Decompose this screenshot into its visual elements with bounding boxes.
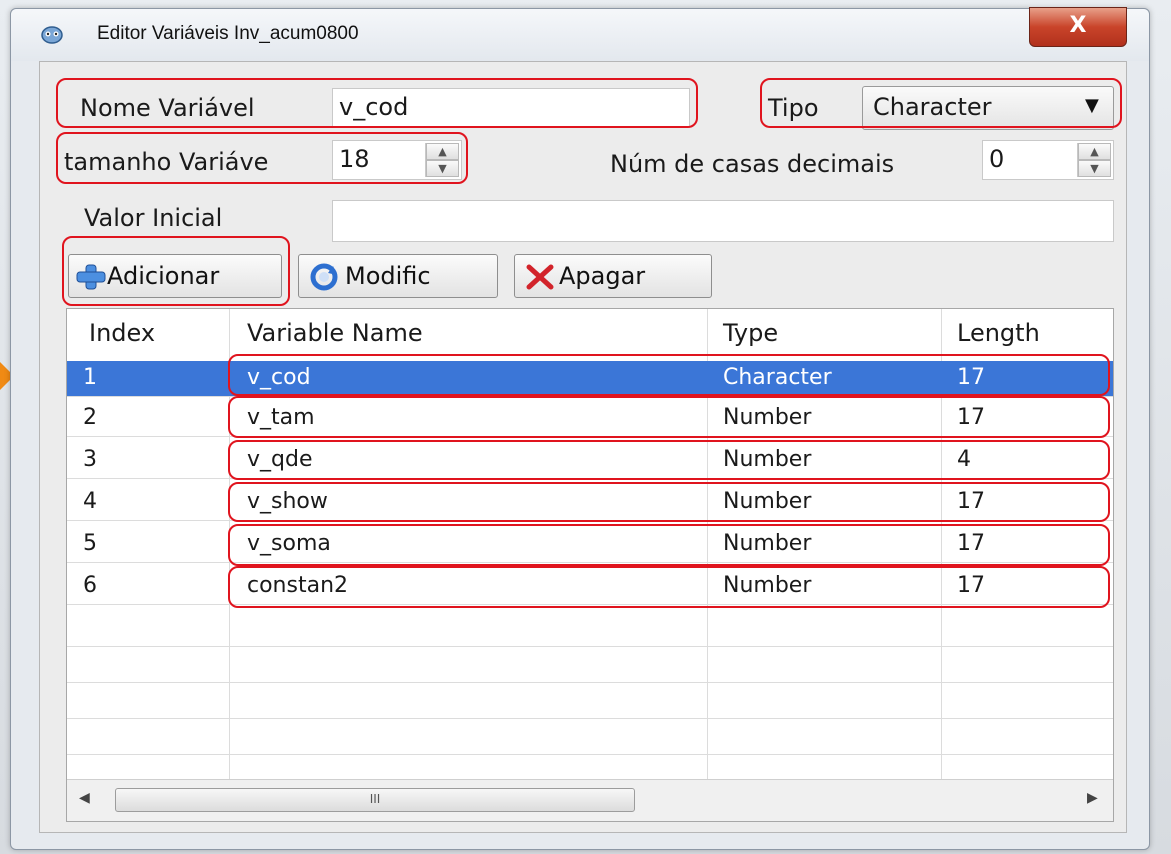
cell-index: 3	[83, 447, 97, 472]
cell-variable-name: constan2	[247, 573, 349, 598]
spin-down-icon[interactable]: ▼	[1078, 160, 1111, 177]
nome-variavel-input[interactable]: v_cod	[332, 88, 690, 128]
table-row[interactable]: 6 constan2 Number 17	[67, 569, 1113, 605]
tipo-label: Tipo	[768, 94, 819, 122]
cell-variable-name: v_cod	[247, 365, 311, 390]
refresh-icon	[310, 263, 338, 291]
column-header-type[interactable]: Type	[723, 319, 778, 347]
tipo-select[interactable]: Character ▼	[862, 86, 1114, 130]
tamanho-variavel-value: 18	[339, 145, 370, 173]
column-header-length[interactable]: Length	[957, 319, 1040, 347]
scrollbar-thumb[interactable]: III	[115, 788, 635, 812]
table-row[interactable]: 3 v_qde Number 4	[67, 443, 1113, 479]
cell-type: Number	[723, 447, 812, 472]
add-button-label: Adicionar	[107, 262, 220, 290]
cell-length: 17	[957, 365, 985, 390]
cell-type: Number	[723, 573, 812, 598]
delete-button[interactable]: Apagar	[514, 254, 712, 298]
add-button[interactable]: Adicionar	[68, 254, 282, 298]
table-row-empty	[67, 647, 1113, 683]
cell-length: 17	[957, 531, 985, 556]
column-header-variable-name[interactable]: Variable Name	[247, 319, 423, 347]
app-icon	[41, 26, 63, 44]
close-icon: X	[1069, 13, 1087, 38]
cell-type: Number	[723, 531, 812, 556]
add-icon	[76, 264, 106, 290]
cell-type: Number	[723, 405, 812, 430]
table-row[interactable]: 5 v_soma Number 17	[67, 527, 1113, 563]
column-header-index[interactable]: Index	[89, 319, 155, 347]
cell-variable-name: v_show	[247, 489, 328, 514]
cell-variable-name: v_soma	[247, 531, 331, 556]
table-row[interactable]: 2 v_tam Number 17	[67, 401, 1113, 437]
cell-length: 17	[957, 573, 985, 598]
variables-table[interactable]: Index Variable Name Type Length 1 v_cod …	[66, 308, 1114, 822]
close-button[interactable]: X	[1029, 7, 1127, 47]
table-row-empty	[67, 719, 1113, 755]
cell-variable-name: v_tam	[247, 405, 315, 430]
cell-variable-name: v_qde	[247, 447, 313, 472]
valor-inicial-input[interactable]	[332, 200, 1114, 242]
table-row-empty	[67, 683, 1113, 719]
casas-spin-buttons[interactable]: ▲ ▼	[1077, 143, 1111, 177]
table-row[interactable]: 1 v_cod Character 17	[67, 361, 1113, 397]
cell-type: Number	[723, 489, 812, 514]
table-row[interactable]: 4 v_show Number 17	[67, 485, 1113, 521]
nome-variavel-label: Nome Variável	[80, 94, 255, 122]
cell-index: 4	[83, 489, 97, 514]
tipo-select-value: Character	[873, 93, 992, 121]
cell-length: 17	[957, 489, 985, 514]
spin-up-icon[interactable]: ▲	[426, 143, 459, 160]
window-title: Editor Variáveis Inv_acum0800	[97, 23, 359, 44]
casas-decimais-value: 0	[989, 145, 1005, 173]
cell-type: Character	[723, 365, 832, 390]
tamanho-variavel-stepper[interactable]: 18 ▲ ▼	[332, 140, 462, 180]
cell-index: 6	[83, 573, 97, 598]
cell-index: 2	[83, 405, 97, 430]
horizontal-scrollbar[interactable]: ◀ III ▶	[67, 779, 1113, 821]
cell-index: 5	[83, 531, 97, 556]
casas-decimais-label: Núm de casas decimais	[610, 150, 895, 178]
chevron-down-icon: ▼	[1085, 95, 1099, 116]
scroll-left-icon[interactable]: ◀	[79, 790, 90, 806]
cell-length: 17	[957, 405, 985, 430]
table-row-empty	[67, 611, 1113, 647]
modify-button-label: Modific	[345, 262, 431, 290]
modify-button[interactable]: Modific	[298, 254, 498, 298]
cell-index: 1	[83, 365, 97, 390]
delete-button-label: Apagar	[559, 262, 646, 290]
title-bar[interactable]: Editor Variáveis Inv_acum0800	[11, 9, 1149, 61]
spin-down-icon[interactable]: ▼	[426, 160, 459, 177]
spin-up-icon[interactable]: ▲	[1078, 143, 1111, 160]
delete-icon	[526, 264, 554, 290]
tamanho-spin-buttons[interactable]: ▲ ▼	[425, 143, 459, 177]
casas-decimais-stepper[interactable]: 0 ▲ ▼	[982, 140, 1114, 180]
tamanho-variavel-label: tamanho Variáve	[64, 148, 269, 176]
scroll-right-icon[interactable]: ▶	[1087, 790, 1098, 806]
cell-length: 4	[957, 447, 971, 472]
valor-inicial-label: Valor Inicial	[84, 204, 223, 232]
